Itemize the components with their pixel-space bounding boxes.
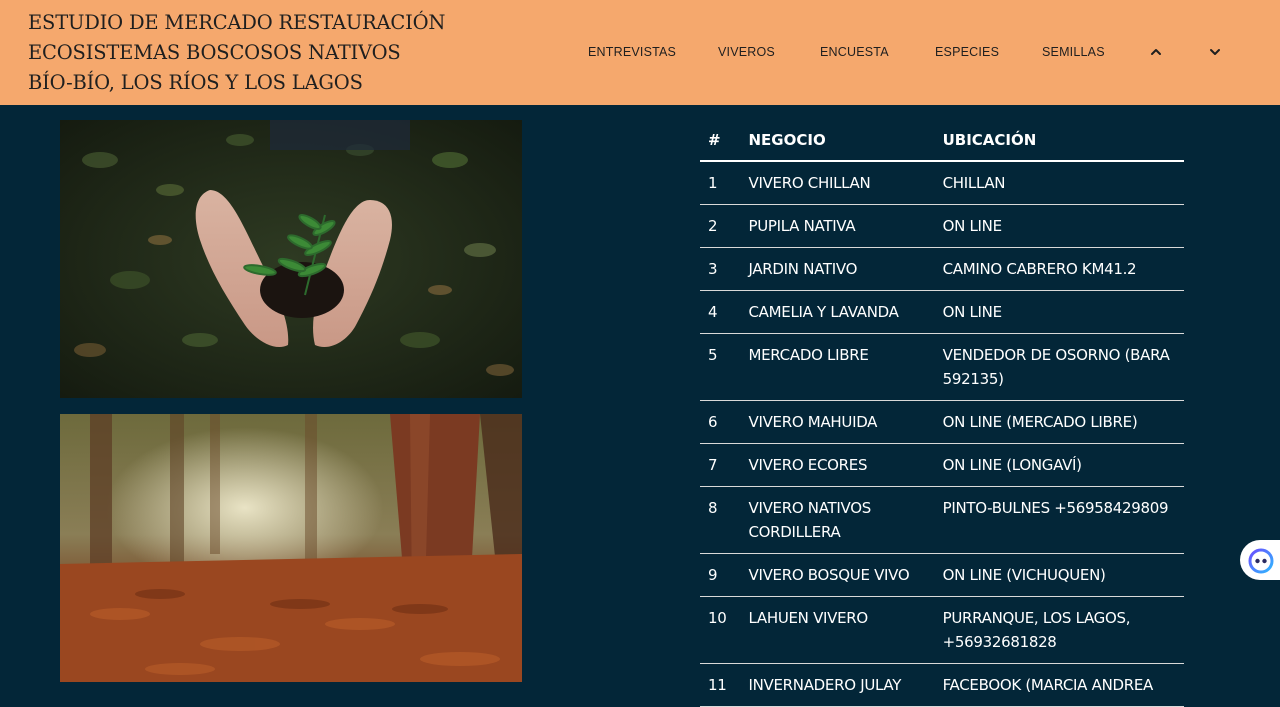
table-row: 3 JARDIN NATIVO CAMINO CABRERO KM41.2	[700, 247, 1184, 291]
table-row: 8 VIVERO NATIVOS CORDILLERA PINTO-BULNES…	[700, 486, 1184, 554]
table-row: 9 VIVERO BOSQUE VIVO ON LINE (VICHUQUEN)	[700, 553, 1184, 597]
row-negocio: JARDIN NATIVO	[740, 247, 935, 291]
row-number: 1	[700, 161, 741, 205]
row-negocio: INVERNADERO JULAY	[740, 663, 935, 707]
site-header: ESTUDIO DE MERCADO RESTAURACIÓN ECOSISTE…	[0, 0, 1280, 105]
row-negocio: MERCADO LIBRE	[740, 333, 935, 401]
row-number: 9	[700, 553, 741, 597]
row-negocio: VIVERO CHILLAN	[740, 161, 935, 205]
column-header-ubicacion: UBICACIÓN	[934, 119, 1184, 162]
chat-assistant-icon	[1248, 548, 1274, 578]
table-row: 6 VIVERO MAHUIDA ON LINE (MERCADO LIBRE)	[700, 400, 1184, 444]
table-row: 5 MERCADO LIBRE VENDEDOR DE OSORNO (BARA…	[700, 333, 1184, 401]
row-number: 5	[700, 333, 741, 401]
column-header-number: #	[700, 119, 741, 162]
table-row: 2 PUPILA NATIVA ON LINE	[700, 204, 1184, 248]
table-row: 7 VIVERO ECORES ON LINE (LONGAVÍ)	[700, 443, 1184, 487]
hands-holding-seedling-photo	[60, 120, 522, 398]
forest-path-autumn-leaves-photo	[60, 414, 522, 682]
nav-item-encuesta[interactable]: ENCUESTA	[820, 45, 889, 59]
row-ubicacion: PURRANQUE, LOS LAGOS, +56932681828	[934, 596, 1184, 664]
row-negocio: VIVERO ECORES	[740, 443, 935, 487]
row-ubicacion: PINTO-BULNES +56958429809	[934, 486, 1184, 554]
table-header-row: # NEGOCIO UBICACIÓN	[700, 119, 1184, 162]
row-ubicacion: ON LINE	[934, 204, 1184, 248]
row-number: 6	[700, 400, 741, 444]
row-negocio: VIVERO MAHUIDA	[740, 400, 935, 444]
vendors-table: # NEGOCIO UBICACIÓN 1 VIVERO CHILLAN CHI…	[700, 119, 1184, 707]
nav-item-entrevistas[interactable]: ENTREVISTAS	[588, 45, 676, 59]
row-ubicacion: ON LINE (LONGAVÍ)	[934, 443, 1184, 487]
main-nav: ENTREVISTAS VIVEROS ENCUESTA ESPECIES SE…	[0, 0, 1280, 105]
row-number: 7	[700, 443, 741, 487]
chevron-up-icon[interactable]	[1148, 44, 1164, 60]
row-ubicacion: ON LINE (MERCADO LIBRE)	[934, 400, 1184, 444]
table-row: 11 INVERNADERO JULAY FACEBOOK (MARCIA AN…	[700, 663, 1184, 707]
column-header-negocio: NEGOCIO	[740, 119, 935, 162]
row-negocio: LAHUEN VIVERO	[740, 596, 935, 664]
nav-item-semillas[interactable]: SEMILLAS	[1042, 45, 1105, 59]
chevron-down-icon[interactable]	[1207, 44, 1223, 60]
row-ubicacion: ON LINE (VICHUQUEN)	[934, 553, 1184, 597]
row-ubicacion: ON LINE	[934, 290, 1184, 334]
row-number: 8	[700, 486, 741, 554]
row-negocio: CAMELIA Y LAVANDA	[740, 290, 935, 334]
row-number: 3	[700, 247, 741, 291]
nav-item-especies[interactable]: ESPECIES	[935, 45, 999, 59]
row-negocio: VIVERO NATIVOS CORDILLERA	[740, 486, 935, 554]
table-row: 10 LAHUEN VIVERO PURRANQUE, LOS LAGOS, +…	[700, 596, 1184, 664]
row-ubicacion: FACEBOOK (MARCIA ANDREA	[934, 663, 1184, 707]
row-ubicacion: CHILLAN	[934, 161, 1184, 205]
nav-item-viveros[interactable]: VIVEROS	[718, 45, 775, 59]
row-number: 10	[700, 596, 741, 664]
table-row: 1 VIVERO CHILLAN CHILLAN	[700, 161, 1184, 205]
chat-widget-button[interactable]	[1240, 540, 1280, 580]
row-number: 11	[700, 663, 741, 707]
table-row: 4 CAMELIA Y LAVANDA ON LINE	[700, 290, 1184, 334]
row-number: 2	[700, 204, 741, 248]
row-negocio: PUPILA NATIVA	[740, 204, 935, 248]
row-ubicacion: CAMINO CABRERO KM41.2	[934, 247, 1184, 291]
row-ubicacion: VENDEDOR DE OSORNO (BARA 592135)	[934, 333, 1184, 401]
row-number: 4	[700, 290, 741, 334]
row-negocio: VIVERO BOSQUE VIVO	[740, 553, 935, 597]
